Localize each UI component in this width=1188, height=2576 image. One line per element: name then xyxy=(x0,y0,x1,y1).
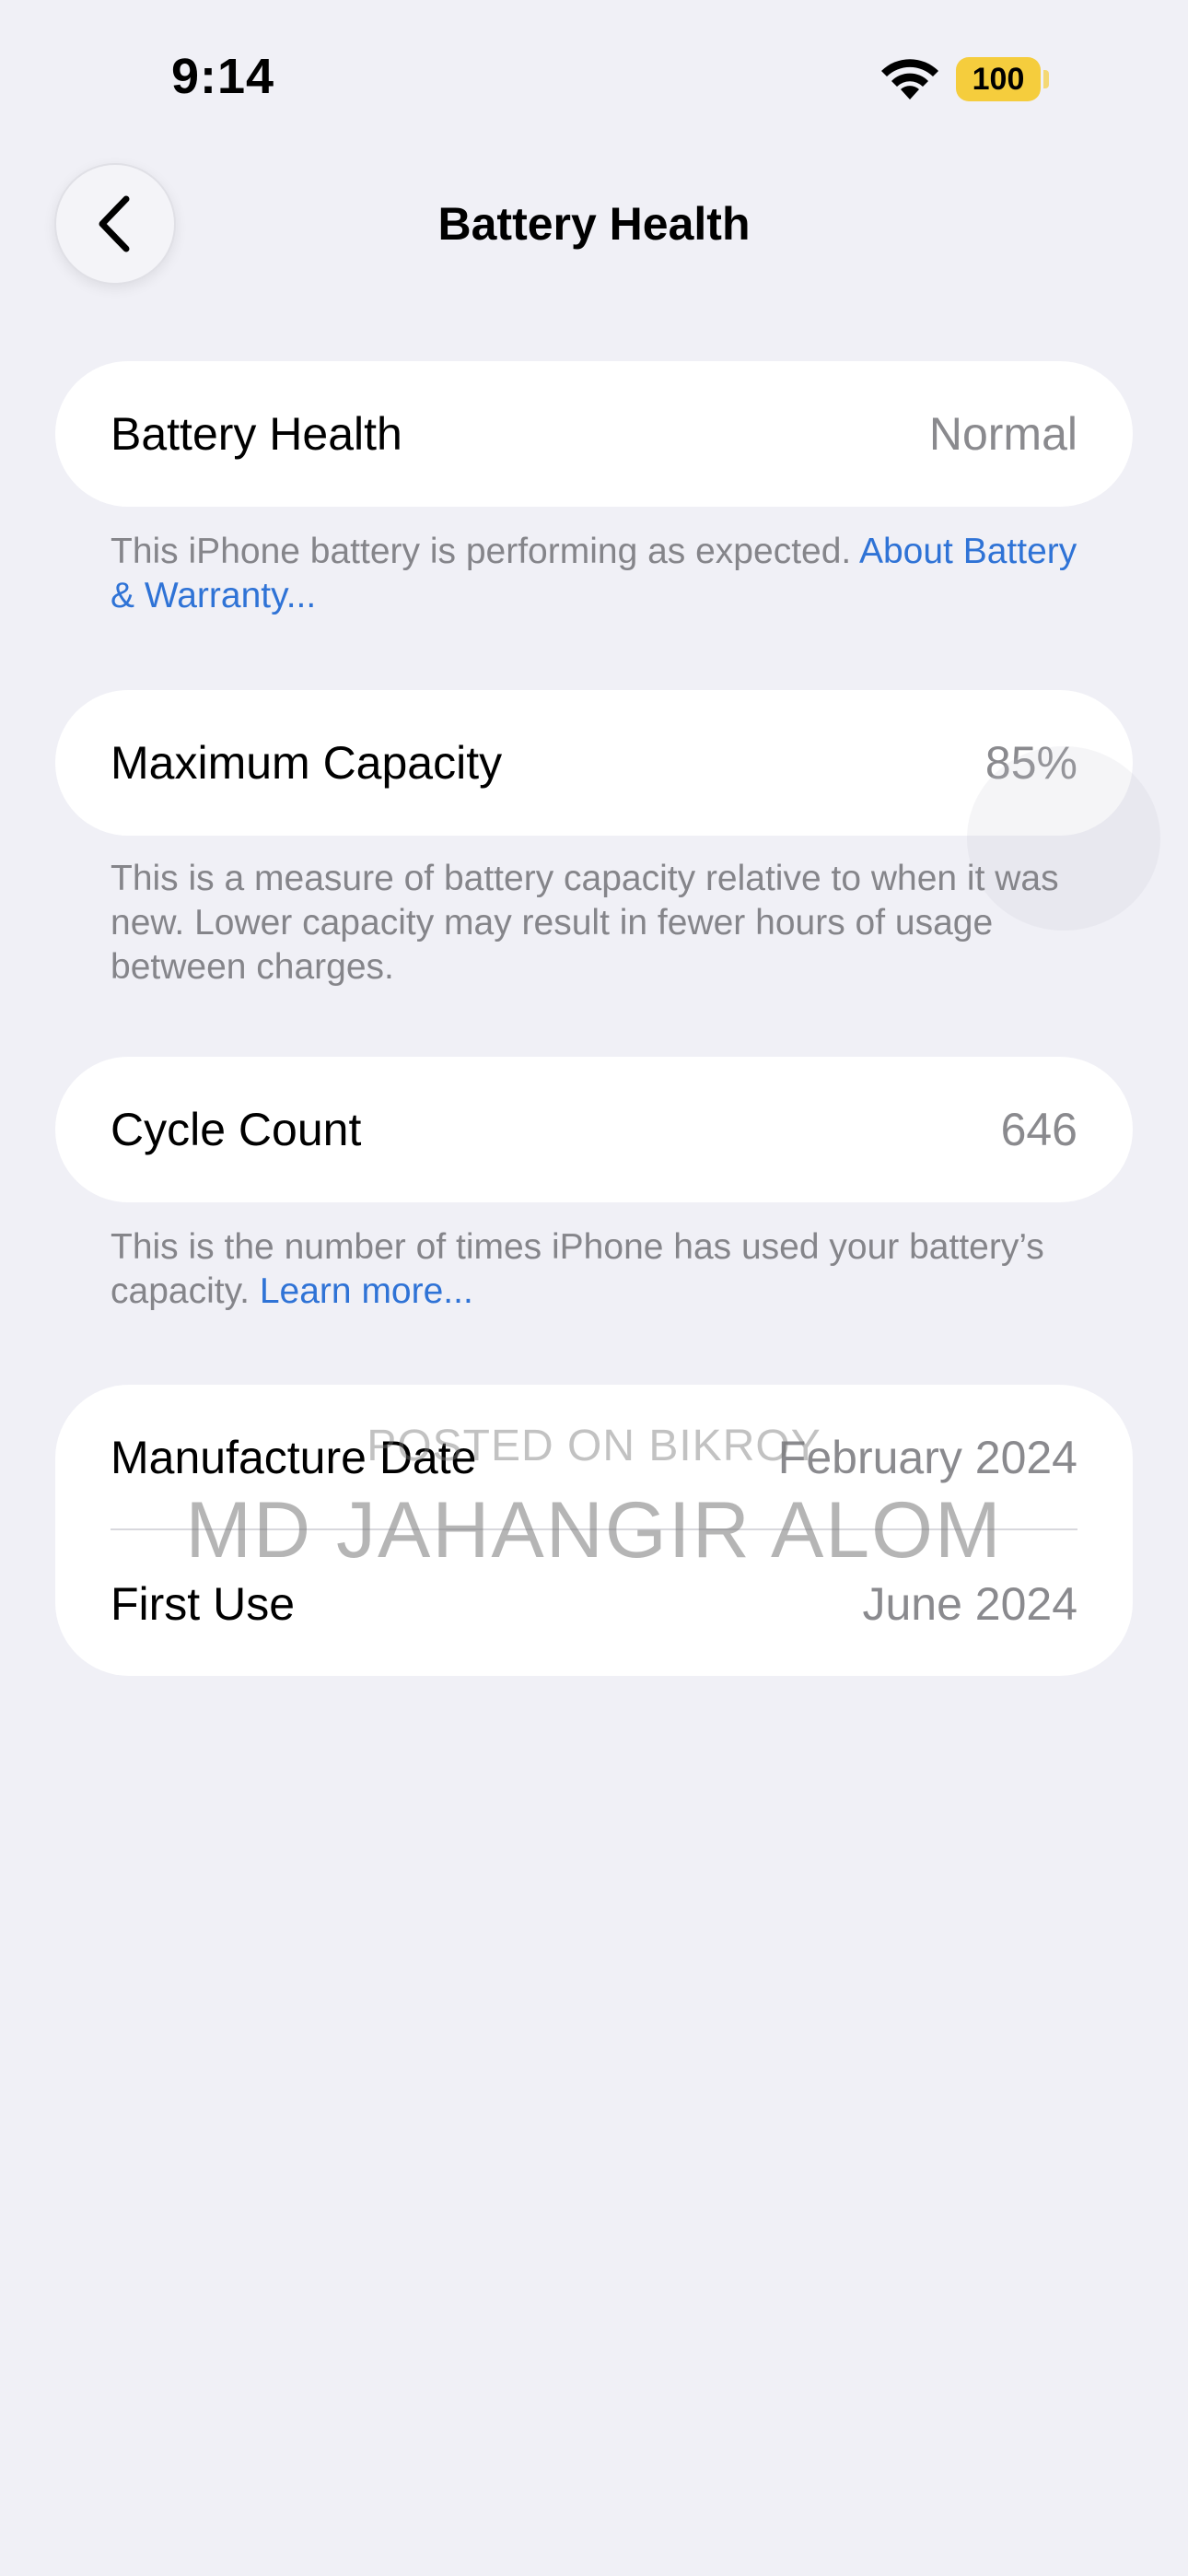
first-use-value: June 2024 xyxy=(862,1578,1077,1630)
first-use-label: First Use xyxy=(111,1578,295,1630)
battery-level: 100 xyxy=(972,61,1025,97)
maximum-capacity-footnote: This is a measure of battery capacity re… xyxy=(111,859,1059,987)
wifi-icon xyxy=(881,59,938,100)
watermark-name: MD JAHANGIR ALOM xyxy=(185,1486,1003,1575)
battery-indicator: 100 xyxy=(956,57,1041,101)
battery-health-value: Normal xyxy=(928,408,1077,460)
battery-health-row: Battery Health Normal xyxy=(111,397,1077,471)
learn-more-link[interactable]: Learn more... xyxy=(260,1271,473,1311)
watermark-posted-on: POSTED ON BIKROY xyxy=(367,1422,821,1470)
cycle-count-row: Cycle Count 646 xyxy=(111,1093,1077,1166)
battery-nub xyxy=(1043,70,1049,88)
cycle-count-card: Cycle Count 646 xyxy=(55,1057,1133,1202)
first-use-row: First Use June 2024 xyxy=(111,1567,1077,1641)
page-title: Battery Health xyxy=(437,198,751,250)
cycle-count-footnote: This is the number of times iPhone has u… xyxy=(111,1225,1087,1314)
battery-health-label: Battery Health xyxy=(111,408,402,460)
cycle-count-footnote-text: This is the number of times iPhone has u… xyxy=(111,1227,1044,1311)
battery-health-footnote-text: This iPhone battery is performing as exp… xyxy=(111,532,859,571)
battery-health-footnote: This iPhone battery is performing as exp… xyxy=(111,530,1087,618)
cycle-count-label: Cycle Count xyxy=(111,1104,362,1155)
maximum-capacity-label: Maximum Capacity xyxy=(111,737,503,789)
status-time: 9:14 xyxy=(171,49,275,104)
battery-health-card: Battery Health Normal xyxy=(55,361,1133,507)
maximum-capacity-row: Maximum Capacity 85% xyxy=(111,726,1077,800)
cycle-count-value: 646 xyxy=(1000,1104,1077,1155)
status-bar: 9:14 100 xyxy=(0,0,1188,147)
